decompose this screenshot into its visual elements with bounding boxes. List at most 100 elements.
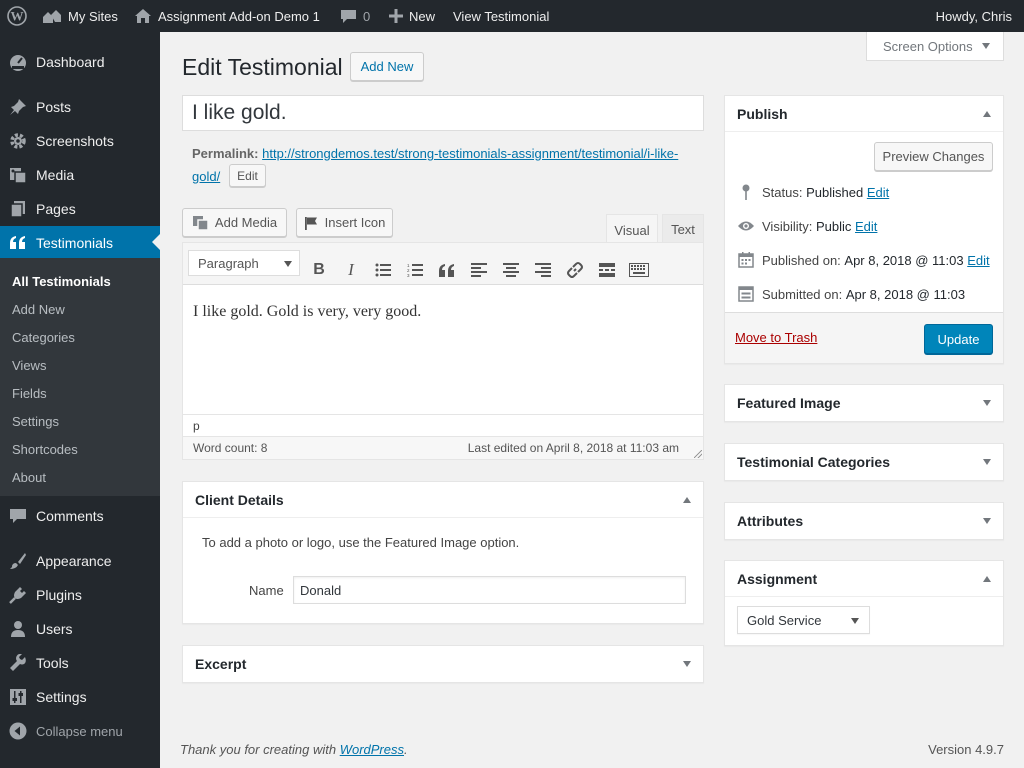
sidebar-item-comments[interactable]: Comments (0, 499, 160, 533)
sidebar-item-tools[interactable]: Tools (0, 646, 160, 680)
submenu-settings[interactable]: Settings (12, 414, 59, 429)
read-more-button[interactable] (596, 259, 618, 281)
align-center-button[interactable] (500, 259, 522, 281)
submenu-fields[interactable]: Fields (12, 386, 47, 401)
bulleted-list-button[interactable] (372, 259, 394, 281)
form-icon (737, 286, 755, 302)
align-right-button[interactable] (532, 259, 554, 281)
attributes-header[interactable]: Attributes (725, 503, 1003, 539)
published-on-label: Published on: (762, 252, 841, 268)
bold-icon: B (313, 261, 325, 278)
preview-changes-button[interactable]: Preview Changes (874, 142, 993, 171)
expand-arrow-icon[interactable] (983, 459, 991, 465)
submenu-add-new[interactable]: Add New (12, 302, 65, 317)
attributes-title: Attributes (737, 513, 804, 529)
assignment-header[interactable]: Assignment (725, 561, 1003, 597)
sidebar-item-label: Appearance (36, 553, 112, 569)
footer-period: . (404, 742, 408, 757)
collapse-menu-button[interactable]: Collapse menu (0, 714, 160, 748)
editor-content[interactable]: I like gold. Gold is very, very good. (193, 303, 421, 321)
sidebar-item-label: Tools (36, 655, 69, 671)
sidebar-item-testimonials[interactable]: Testimonials (0, 226, 160, 260)
status-edit-link[interactable]: Edit (867, 185, 889, 200)
sidebar-item-label: Screenshots (36, 133, 114, 149)
italic-button[interactable]: I (340, 259, 362, 281)
expand-arrow-icon[interactable] (983, 518, 991, 524)
wordpress-logo-icon[interactable]: W (7, 0, 27, 32)
sidebar-item-label: Users (36, 621, 73, 637)
new-content-menu[interactable]: New (389, 0, 435, 32)
toolbar-toggle-button[interactable] (628, 259, 650, 281)
read-more-icon (599, 263, 615, 277)
format-select[interactable]: Paragraph (188, 250, 300, 276)
resize-handle-icon[interactable] (694, 450, 702, 458)
tab-visual[interactable]: Visual (606, 214, 658, 245)
expand-arrow-icon[interactable] (683, 661, 691, 667)
name-field[interactable]: Donald (293, 576, 686, 604)
align-left-button[interactable] (468, 259, 490, 281)
excerpt-title: Excerpt (195, 656, 247, 672)
element-path[interactable]: p (193, 419, 200, 433)
my-sites-menu[interactable]: My Sites (42, 0, 118, 32)
italic-icon: I (348, 260, 354, 279)
sidebar-item-media[interactable]: Media (0, 158, 160, 192)
post-title-input[interactable]: I like gold. (182, 95, 704, 131)
blockquote-button[interactable] (436, 259, 458, 281)
publish-header[interactable]: Publish (725, 96, 1003, 132)
collapse-arrow-icon[interactable] (983, 111, 991, 117)
sidebar-item-posts[interactable]: Posts (0, 90, 160, 124)
add-media-button[interactable]: Add Media (182, 208, 287, 237)
expand-arrow-icon[interactable] (983, 400, 991, 406)
submenu-all-testimonials[interactable]: All Testimonials (12, 274, 111, 289)
client-details-header[interactable]: Client Details (183, 482, 703, 518)
publish-box: Publish Preview Changes Status: Publishe… (724, 95, 1004, 364)
permalink-url[interactable]: http://strongdemos.test/strong-testimoni… (262, 146, 678, 161)
sidebar-item-plugins[interactable]: Plugins (0, 578, 160, 612)
bold-button[interactable]: B (308, 259, 330, 281)
assignment-select[interactable]: Gold Service (737, 606, 870, 634)
sidebar-item-pages[interactable]: Pages (0, 192, 160, 226)
sidebar-item-dashboard[interactable]: Dashboard (0, 45, 160, 79)
permalink-url-end[interactable]: gold/ (192, 169, 220, 184)
visibility-value: Public (815, 218, 852, 234)
wordpress-link[interactable]: WordPress (340, 742, 404, 757)
submenu-views[interactable]: Views (12, 358, 46, 373)
sidebar-item-screenshots[interactable]: Screenshots (0, 124, 160, 158)
permalink-row: Permalink: http://strongdemos.test/stron… (192, 142, 702, 188)
featured-image-header[interactable]: Featured Image (725, 385, 1003, 421)
my-sites-icon (42, 8, 62, 24)
visibility-edit-link[interactable]: Edit (855, 219, 877, 234)
insert-link-button[interactable] (564, 259, 586, 281)
tab-text[interactable]: Text (662, 214, 704, 243)
comments-menu[interactable]: 0 (340, 0, 370, 32)
submenu-shortcodes[interactable]: Shortcodes (12, 442, 78, 457)
account-menu[interactable]: Howdy, Chris (936, 0, 1012, 32)
flag-icon (304, 216, 318, 230)
view-testimonial-link[interactable]: View Testimonial (453, 0, 549, 32)
testimonial-categories-header[interactable]: Testimonial Categories (725, 444, 1003, 480)
submenu-about[interactable]: About (12, 470, 46, 485)
update-button[interactable]: Update (924, 324, 993, 354)
media-icon (9, 166, 27, 184)
site-name-menu[interactable]: Assignment Add-on Demo 1 (134, 0, 320, 32)
collapse-arrow-icon[interactable] (983, 576, 991, 582)
link-icon (566, 261, 584, 279)
numbered-list-button[interactable]: 123 (404, 259, 426, 281)
sidebar-item-settings[interactable]: Settings (0, 680, 160, 714)
insert-icon-button[interactable]: Insert Icon (296, 208, 393, 237)
permalink-edit-button[interactable]: Edit (229, 164, 266, 187)
excerpt-header[interactable]: Excerpt (183, 646, 703, 682)
testimonial-categories-box: Testimonial Categories (724, 443, 1004, 481)
submenu-categories[interactable]: Categories (12, 330, 75, 345)
new-label: New (409, 8, 436, 24)
sidebar-item-appearance[interactable]: Appearance (0, 544, 160, 578)
published-on-edit-link[interactable]: Edit (967, 253, 989, 268)
admin-sidebar: Dashboard Posts Screenshots Media Pages … (0, 32, 160, 768)
sidebar-item-users[interactable]: Users (0, 612, 160, 646)
collapse-arrow-icon (9, 722, 27, 740)
move-to-trash-link[interactable]: Move to Trash (735, 330, 817, 345)
add-new-button[interactable]: Add New (350, 52, 424, 81)
screen-options-button[interactable]: Screen Options (866, 32, 1004, 61)
collapse-arrow-icon[interactable] (683, 497, 691, 503)
permalink-label: Permalink: (192, 146, 259, 161)
